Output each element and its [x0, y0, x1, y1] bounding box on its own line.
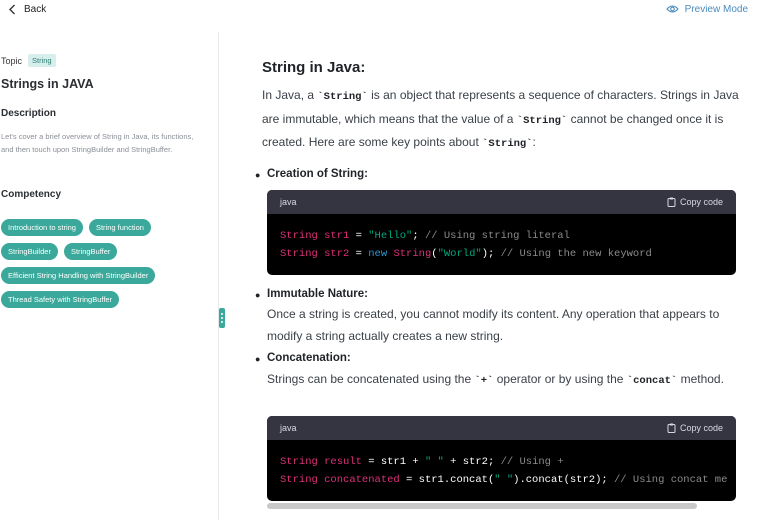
item-heading: Creation of String: [267, 168, 368, 180]
description-text: Let's cover a brief overview of String i… [1, 132, 194, 154]
competency-chip[interactable]: StringBuilder [1, 243, 58, 260]
bullet-icon: ● [255, 170, 261, 180]
page-title: Strings in JAVA [1, 77, 94, 91]
preview-mode-label: Preview Mode [684, 3, 748, 15]
top-bar: Back Preview Mode [0, 0, 768, 30]
competency-chip[interactable]: Introduction to string [1, 219, 83, 236]
item-heading: Immutable Nature: [267, 288, 368, 300]
main-content: String in Java: In Java, a `String` is a… [226, 32, 768, 520]
intro-paragraph: In Java, a `String` is an object that re… [262, 88, 739, 150]
competency-chip[interactable]: Thread Safety with StringBuffer [1, 291, 120, 308]
topic-row: Topic String [1, 54, 56, 67]
competency-heading: Competency [1, 189, 62, 200]
chevron-left-icon [9, 4, 15, 14]
inline-code: `concat` [626, 375, 678, 387]
description-heading: Description [1, 108, 57, 119]
code-line: String concatenated = str1.concat(" ").c… [280, 474, 728, 486]
code-block: java Copy code String result = str1 + " … [267, 416, 736, 501]
competency-chip[interactable]: Efficient String Handling with StringBui… [1, 267, 156, 284]
inline-code: `String` [317, 91, 368, 103]
clipboard-icon [667, 197, 676, 207]
item-text: Once a string is created, you cannot mod… [267, 307, 720, 343]
inline-code: `+` [474, 375, 494, 387]
item-text: Strings can be concatenated using the `+… [267, 372, 724, 387]
code-body: String str1 = "Hello"; // Using string l… [267, 214, 736, 275]
copy-code-button[interactable]: Copy code [667, 423, 723, 433]
inline-code: `String` [482, 138, 533, 150]
inline-code: `String` [516, 114, 568, 127]
panel-resize-handle[interactable] [219, 308, 225, 328]
bullet-icon: ● [255, 290, 261, 300]
preview-mode-button[interactable]: Preview Mode [665, 2, 748, 16]
clipboard-icon [667, 423, 676, 433]
code-horizontal-scrollbar[interactable] [267, 503, 697, 509]
copy-code-button[interactable]: Copy code [667, 197, 723, 207]
code-line: String str1 = "Hello"; // Using string l… [280, 230, 570, 242]
back-label: Back [24, 3, 47, 15]
eye-icon [665, 5, 679, 13]
back-button[interactable]: Back [8, 2, 46, 16]
topic-label: Topic [1, 55, 23, 66]
code-block-header: java Copy code [267, 190, 736, 214]
code-language: java [280, 197, 297, 207]
code-language: java [280, 423, 297, 433]
code-body: String result = str1 + " " + str2; // Us… [267, 440, 736, 501]
code-block-header: java Copy code [267, 416, 736, 440]
sidebar: Topic String Strings in JAVA Description… [0, 32, 219, 520]
item-heading: Concatenation: [267, 352, 351, 364]
content-heading: String in Java: [262, 59, 366, 76]
code-line: String str2 = new String("World"); // Us… [280, 248, 652, 260]
code-line: String result = str1 + " " + str2; // Us… [280, 456, 564, 468]
code-block: java Copy code String str1 = "Hello"; //… [267, 190, 736, 275]
topic-badge: String [28, 54, 56, 67]
competency-chips: Introduction to string String function S… [1, 219, 211, 315]
competency-chip[interactable]: String function [88, 219, 151, 236]
competency-chip[interactable]: StringBuffer [63, 243, 118, 260]
bullet-icon: ● [255, 354, 261, 364]
